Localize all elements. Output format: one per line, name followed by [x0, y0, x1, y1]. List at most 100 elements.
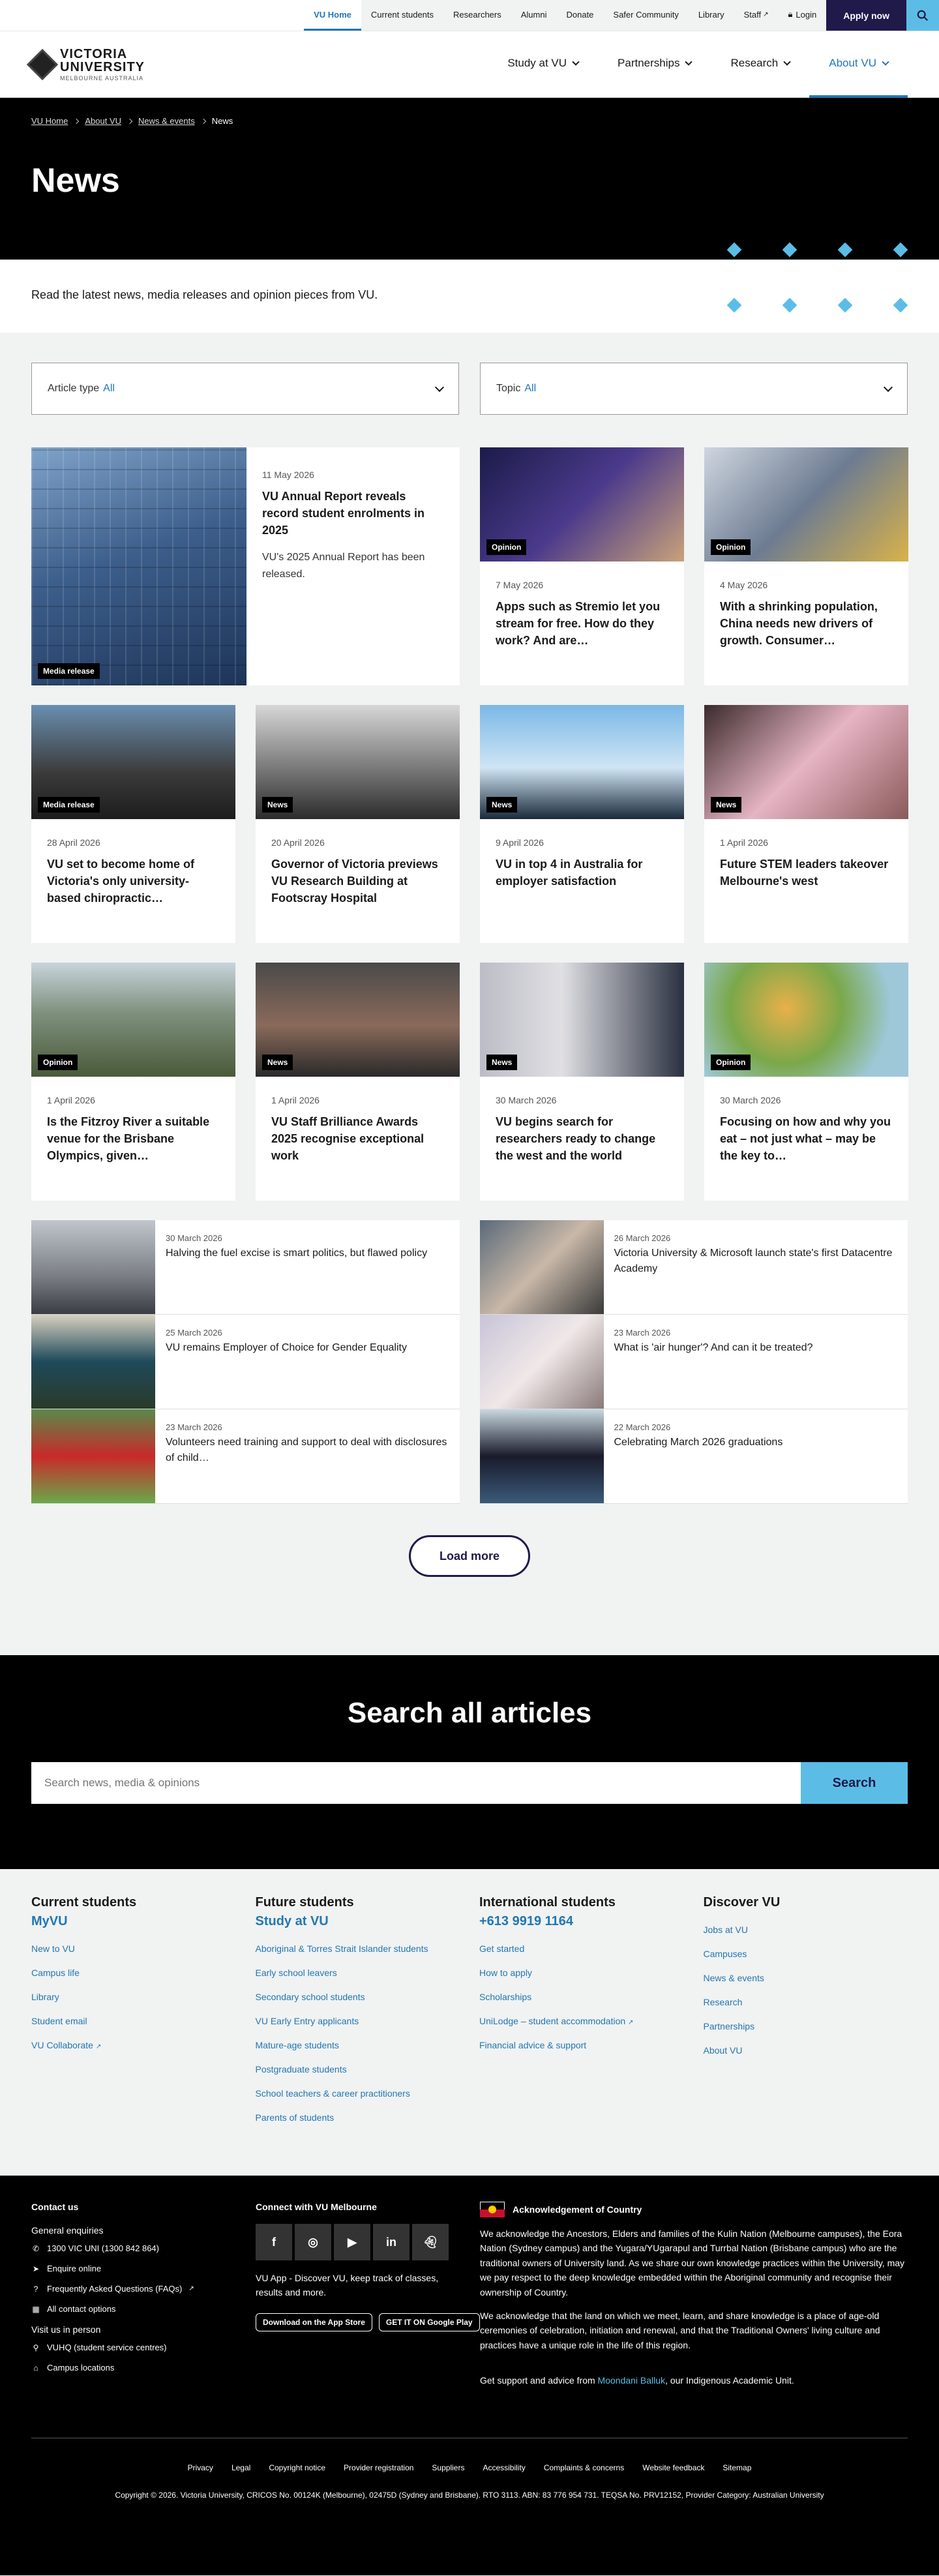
nav-research[interactable]: Research	[711, 31, 809, 98]
news-card[interactable]: Opinion 30 March 2026 Focusing on how and…	[704, 963, 908, 1201]
sitemap-link[interactable]: Student email	[31, 2016, 236, 2026]
news-card[interactable]: News 30 March 2026 VU begins search for r…	[480, 963, 684, 1201]
sitemap-link[interactable]: Aboriginal & Torres Strait Islander stud…	[256, 1943, 460, 1954]
nav-partnerships[interactable]: Partnerships	[598, 31, 711, 98]
featured-card[interactable]: Media release 11 May 2026 VU Annual Repo…	[31, 447, 460, 685]
sitemap-sub-link[interactable]: +613 9919 1164	[479, 1914, 684, 1929]
sitemap-link[interactable]: New to VU	[31, 1943, 236, 1954]
nav-about-vu[interactable]: About VU	[809, 31, 908, 98]
sitemap-link[interactable]: Postgraduate students	[256, 2064, 460, 2074]
search-button[interactable]	[906, 0, 939, 31]
app-stores: Download on the App Store GET IT ON Goog…	[256, 2313, 480, 2331]
sitemap-link[interactable]: Scholarships	[479, 1992, 684, 2002]
sitemap-link[interactable]: Financial advice & support	[479, 2040, 684, 2050]
news-card[interactable]: Media release 28 April 2026 VU set to bec…	[31, 705, 235, 943]
util-staff[interactable]: Staff ↗	[734, 0, 779, 31]
breadcrumb-news-events[interactable]: News & events	[138, 116, 195, 126]
contact-all[interactable]: ▦ All contact options	[31, 2304, 256, 2314]
load-more-button[interactable]: Load more	[409, 1535, 530, 1577]
logo-line-2: UNIVERSITY	[60, 59, 145, 74]
footer-link-suppliers[interactable]: Suppliers	[432, 2463, 464, 2472]
youtube-icon[interactable]: ▶	[334, 2224, 370, 2260]
sitemap-link[interactable]: Mature-age students	[256, 2040, 460, 2050]
list-item[interactable]: 26 March 2026 Victoria University & Micro…	[479, 1220, 908, 1315]
sitemap-link[interactable]: About VU	[704, 2045, 908, 2056]
sitemap-sub-link[interactable]: Study at VU	[256, 1914, 460, 1929]
sitemap-link[interactable]: School teachers & career practitioners	[256, 2088, 460, 2099]
article-type-select[interactable]: Article type All	[31, 363, 459, 415]
footer-link-privacy[interactable]: Privacy	[188, 2463, 213, 2472]
sitemap-link[interactable]: Campus life	[31, 1968, 236, 1978]
sitemap-link[interactable]: Partnerships	[704, 2021, 908, 2031]
sitemap-link[interactable]: Jobs at VU	[704, 1925, 908, 1935]
news-card[interactable]: Opinion 4 May 2026 With a shrinking popul…	[704, 447, 908, 685]
news-card[interactable]: Opinion 1 April 2026 Is the Fitzroy River…	[31, 963, 235, 1201]
footer-link-provider[interactable]: Provider registration	[344, 2463, 413, 2472]
contact-vuhq[interactable]: ⚲ VUHQ (student service centres)	[31, 2343, 256, 2352]
list-item[interactable]: 23 March 2026 What is 'air hunger'? And c…	[479, 1315, 908, 1409]
sitemap-link[interactable]: How to apply	[479, 1968, 684, 1978]
sitemap-link[interactable]: Secondary school students	[256, 1992, 460, 2002]
sitemap-link[interactable]: Library	[31, 1992, 236, 2002]
util-alumni[interactable]: Alumni	[511, 0, 557, 31]
nav-study-at-vu[interactable]: Study at VU	[488, 31, 598, 98]
sitemap-link-unilodge[interactable]: UniLodge – student accommodation ↗	[479, 2016, 684, 2026]
util-library[interactable]: Library	[689, 0, 734, 31]
list-title: Victoria University & Microsoft launch s…	[614, 1248, 893, 1274]
snapchat-icon[interactable]: 👻︎	[412, 2224, 449, 2260]
facebook-icon[interactable]: f	[256, 2224, 292, 2260]
footer-link-accessibility[interactable]: Accessibility	[483, 2463, 525, 2472]
card-tag: News	[486, 797, 518, 813]
search-input[interactable]	[31, 1762, 801, 1804]
breadcrumb-vu-home[interactable]: VU Home	[31, 116, 68, 126]
contact-campus[interactable]: ⌂ Campus locations	[31, 2363, 256, 2373]
util-safer-community[interactable]: Safer Community	[603, 0, 688, 31]
moondani-link[interactable]: Moondani Balluk	[598, 2375, 666, 2386]
footer-link-sitemap[interactable]: Sitemap	[723, 2463, 751, 2472]
news-card[interactable]: News 1 April 2026 Future STEM leaders tak…	[704, 705, 908, 943]
copyright-text: Copyright © 2026. Victoria University, C…	[115, 2490, 824, 2500]
instagram-icon[interactable]: ◎	[295, 2224, 331, 2260]
topic-select[interactable]: Topic All	[480, 363, 908, 415]
sitemap-link[interactable]: Campuses	[704, 1949, 908, 1959]
util-researchers[interactable]: Researchers	[443, 0, 511, 31]
linkedin-icon[interactable]: in	[373, 2224, 410, 2260]
news-card[interactable]: Opinion 7 May 2026 Apps such as Stremio l…	[480, 447, 684, 685]
sitemap-link[interactable]: Early school leavers	[256, 1968, 460, 1978]
footer-link-feedback[interactable]: Website feedback	[642, 2463, 704, 2472]
footer-link-copyright[interactable]: Copyright notice	[269, 2463, 325, 2472]
news-card[interactable]: News 1 April 2026 VU Staff Brilliance Awa…	[256, 963, 460, 1201]
app-store-badge[interactable]: Download on the App Store	[256, 2313, 372, 2331]
util-vu-home[interactable]: VU Home	[304, 0, 361, 31]
news-list: 30 March 2026 Halving the fuel excise is …	[31, 1220, 908, 1504]
search-submit-button[interactable]: Search	[801, 1762, 908, 1804]
news-card[interactable]: News 9 April 2026 VU in top 4 in Australi…	[480, 705, 684, 943]
contact-phone[interactable]: ✆ 1300 VIC UNI (1300 842 864)	[31, 2243, 256, 2253]
list-item[interactable]: 22 March 2026 Celebrating March 2026 grad…	[479, 1409, 908, 1504]
sitemap-link[interactable]: Get started	[479, 1943, 684, 1954]
sitemap-link-vu-collaborate[interactable]: VU Collaborate ↗	[31, 2040, 236, 2050]
nav-label: About VU	[829, 56, 876, 69]
news-card[interactable]: News 20 April 2026 Governor of Victoria p…	[256, 705, 460, 943]
google-play-badge[interactable]: GET IT ON Google Play	[378, 2313, 480, 2331]
sitemap-link[interactable]: VU Early Entry applicants	[256, 2016, 460, 2026]
sitemap-link[interactable]: Parents of students	[256, 2112, 460, 2123]
breadcrumb-about-vu[interactable]: About VU	[85, 116, 121, 126]
vu-logo[interactable]: VICTORIA UNIVERSITY MELBOURNE AUSTRALIA	[26, 48, 145, 82]
contact-faqs[interactable]: ? Frequently Asked Questions (FAQs) ↗	[31, 2284, 256, 2294]
footer-link-legal[interactable]: Legal	[231, 2463, 250, 2472]
utility-bar: VU Home Current students Researchers Alu…	[0, 0, 939, 31]
list-item[interactable]: 25 March 2026 VU remains Employer of Choi…	[31, 1315, 460, 1409]
util-current-students[interactable]: Current students	[361, 0, 443, 31]
list-item[interactable]: 30 March 2026 Halving the fuel excise is …	[31, 1220, 460, 1315]
sitemap-link[interactable]: Research	[704, 1997, 908, 2007]
sitemap-sub-link[interactable]: MyVU	[31, 1914, 236, 1929]
util-login[interactable]: 🔒︎ Login	[778, 0, 826, 31]
contact-enquire[interactable]: ➤ Enquire online	[31, 2264, 256, 2273]
sitemap-link[interactable]: News & events	[704, 1973, 908, 1983]
util-donate[interactable]: Donate	[556, 0, 603, 31]
footer-link-complaints[interactable]: Complaints & concerns	[544, 2463, 624, 2472]
chevron-down-icon	[882, 57, 889, 66]
list-item[interactable]: 23 March 2026 Volunteers need training an…	[31, 1409, 460, 1504]
apply-now-button[interactable]: Apply now	[826, 0, 906, 31]
